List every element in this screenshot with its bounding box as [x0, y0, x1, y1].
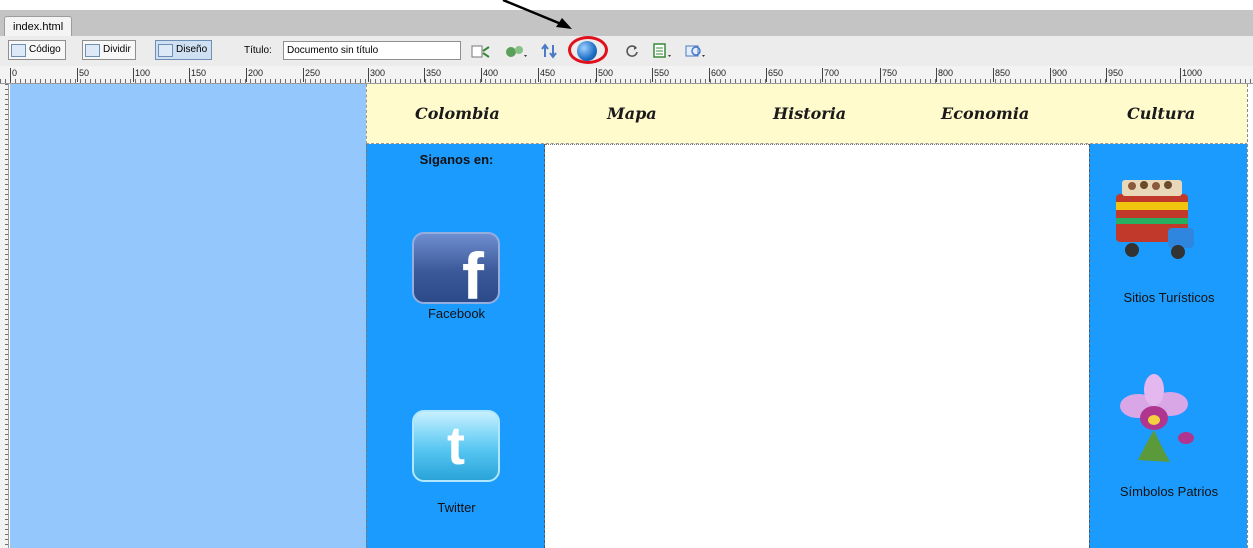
code-view-button[interactable]: Código — [8, 40, 66, 60]
canvas-background — [10, 84, 366, 548]
nav-bar: Colombia Mapa Historia Economia Cultura — [366, 84, 1253, 144]
title-input[interactable] — [283, 41, 461, 60]
chiva-bus-image[interactable] — [1108, 172, 1198, 277]
debug-icon[interactable] — [540, 42, 562, 59]
ruler-tick: 250 — [303, 68, 320, 82]
ruler-tick: 700 — [822, 68, 839, 82]
design-view-label: Diseño — [176, 44, 208, 55]
main-content-area[interactable] — [545, 144, 1089, 548]
follow-us-heading: Siganos en: — [419, 152, 494, 167]
ruler-tick: 650 — [766, 68, 783, 82]
national-symbols-link[interactable]: Símbolos Patrios — [1090, 484, 1248, 499]
nav-item-economia[interactable]: Economia — [941, 104, 1029, 123]
ruler-tick: 400 — [481, 68, 498, 82]
ruler-tick: 300 — [368, 68, 385, 82]
nav-item-historia[interactable]: Historia — [773, 104, 846, 123]
split-view-label: Dividir — [103, 44, 131, 55]
ruler-tick: 550 — [652, 68, 669, 82]
ruler-tick: 850 — [993, 68, 1010, 82]
orchid-flower-image[interactable] — [1108, 370, 1198, 475]
code-view-label: Código — [29, 44, 61, 55]
ruler-tick: 200 — [246, 68, 263, 82]
horizontal-ruler: 0 50 100 150 200 250 300 350 400 450 500… — [0, 66, 1253, 84]
facebook-icon[interactable]: f — [412, 232, 500, 313]
nav-item-colombia[interactable]: Colombia — [415, 104, 500, 123]
document-toolbar: Código Dividir Diseño Título: — [0, 36, 1253, 67]
refresh-icon[interactable] — [624, 42, 640, 59]
ruler-tick: 800 — [936, 68, 953, 82]
ruler-tick: 350 — [424, 68, 441, 82]
ruler-tick: 900 — [1050, 68, 1067, 82]
design-view-button[interactable]: Diseño — [155, 40, 213, 60]
code-view-icon — [11, 43, 26, 57]
title-label: Título: — [244, 45, 272, 56]
tourist-sites-link[interactable]: Sitios Turísticos — [1090, 290, 1248, 305]
facebook-link[interactable]: Facebook — [367, 306, 546, 321]
visual-aids-icon[interactable] — [684, 42, 708, 59]
ruler-tick: 600 — [709, 68, 726, 82]
vertical-ruler — [0, 84, 9, 548]
ruler-tick: 1000 — [1180, 68, 1202, 82]
ruler-tick: 100 — [133, 68, 150, 82]
page-edge — [1247, 84, 1253, 548]
twitter-link[interactable]: Twitter — [367, 500, 546, 515]
nav-item-mapa[interactable]: Mapa — [607, 104, 657, 123]
ruler-tick: 750 — [880, 68, 897, 82]
nav-item-cultura[interactable]: Cultura — [1127, 104, 1195, 123]
top-strip — [0, 0, 1253, 10]
ruler-tick: 950 — [1106, 68, 1123, 82]
document-tab-bar: index.html — [0, 10, 1253, 37]
design-page[interactable]: Colombia Mapa Historia Economia Cultura … — [366, 84, 1253, 548]
ruler-tick: 50 — [77, 68, 89, 82]
ruler-tick: 450 — [538, 68, 555, 82]
twitter-icon[interactable]: t — [412, 410, 500, 482]
preview-icon[interactable] — [503, 42, 529, 59]
ruler-tick: 0 — [10, 68, 17, 82]
design-view-icon — [158, 43, 173, 57]
ruler-tick: 150 — [189, 68, 206, 82]
left-column: Siganos en: f Facebook t Twitter — [366, 144, 545, 548]
highlight-circle — [568, 36, 608, 64]
split-view-icon — [85, 43, 100, 57]
split-view-button[interactable]: Dividir — [82, 40, 136, 60]
view-options-icon[interactable] — [652, 42, 674, 59]
right-column: Sitios Turísticos Símbolos Patrios — [1089, 144, 1247, 548]
ruler-tick: 500 — [596, 68, 613, 82]
document-tab[interactable]: index.html — [4, 16, 73, 37]
file-management-icon[interactable] — [470, 42, 492, 59]
